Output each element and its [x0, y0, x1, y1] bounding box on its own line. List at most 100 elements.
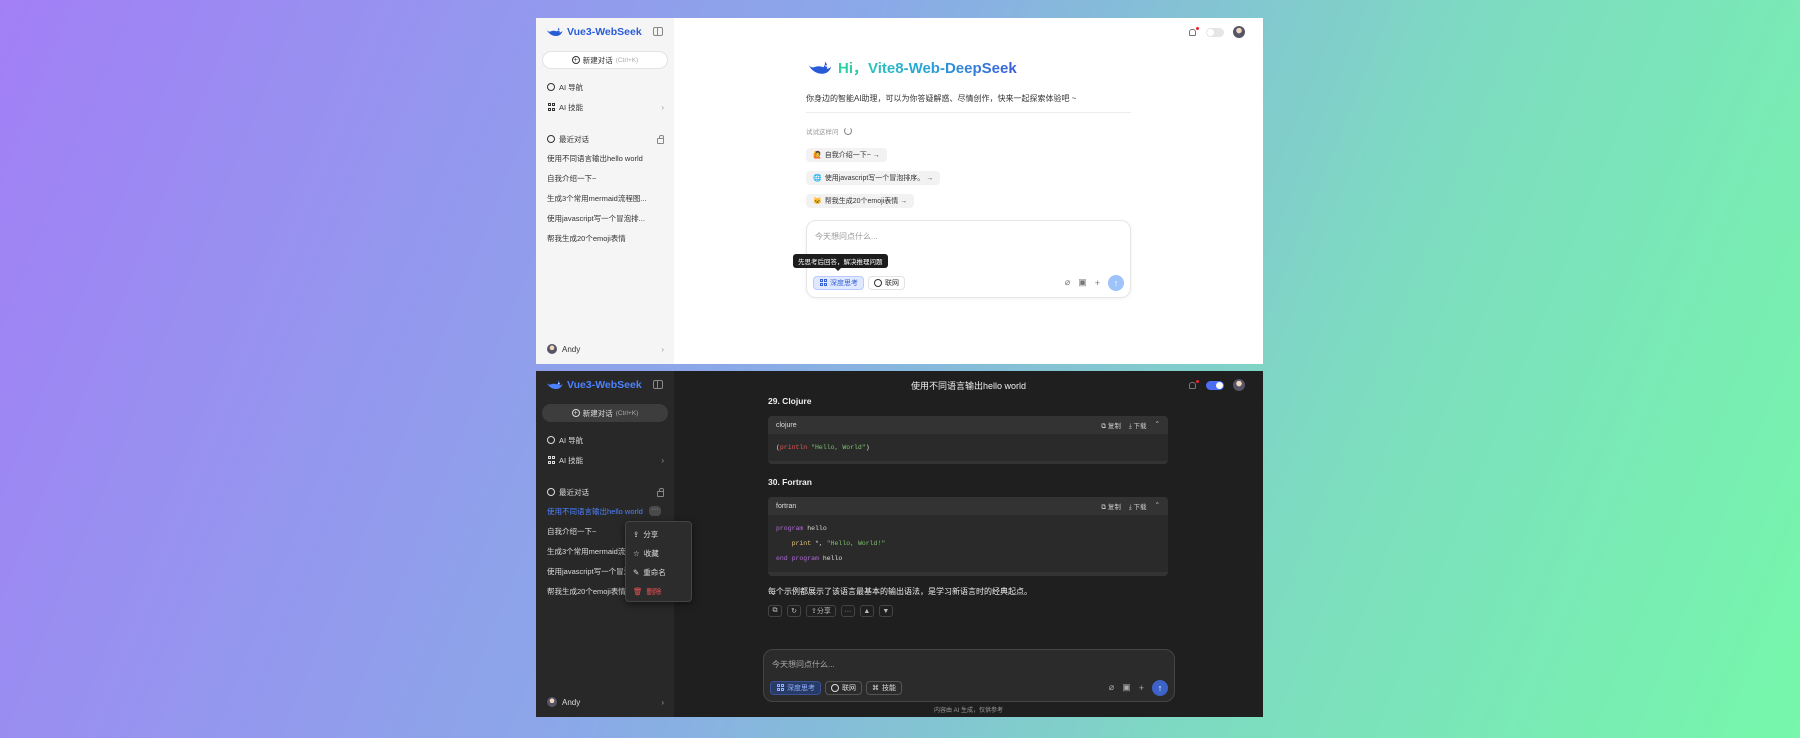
logo[interactable]: Vue3-WebSeek [545, 25, 642, 39]
history-item[interactable]: 自我介绍一下~ [547, 173, 657, 185]
download-button[interactable]: ⤓ 下载 [1129, 501, 1147, 512]
bell-icon[interactable] [1188, 26, 1199, 37]
bell-icon[interactable] [1188, 379, 1199, 390]
chat-input-placeholder[interactable]: 今天想问点什么... [772, 659, 835, 670]
web-search-button[interactable]: 联网 [825, 680, 862, 695]
suggestion-text: 自我介绍一下~ → [824, 152, 880, 159]
new-chat-shortcut: (Ctrl+K) [615, 56, 639, 64]
menu-item-share[interactable]: ⇪ 分享 [626, 525, 691, 544]
send-button[interactable]: ↑ [1108, 274, 1124, 291]
menu-item-label: 重命名 [643, 568, 666, 577]
plus-icon[interactable]: + [1139, 683, 1144, 693]
copy-label: 复制 [1107, 422, 1121, 430]
theme-toggle[interactable] [1206, 380, 1224, 390]
logo[interactable]: Vue3-WebSeek [545, 378, 642, 392]
avatar [547, 344, 557, 354]
history-item[interactable]: 生成3个常用mermaid流程图... [547, 193, 657, 205]
copy-label: 复制 [1107, 503, 1121, 511]
web-search-button[interactable]: 联网 [868, 275, 905, 290]
app-name: Vue3-WebSeek [567, 26, 642, 38]
whale-logo-icon [546, 380, 563, 390]
avatar [547, 697, 557, 707]
send-button[interactable]: ↑ [1152, 679, 1168, 696]
code-actions: ⧉ 复制 ⤓ 下载 ⌃ [1101, 501, 1160, 512]
history-item[interactable]: 使用javascript写一个冒泡排... [547, 213, 657, 225]
grid-icon [776, 683, 784, 692]
sidebar-item-label: AI 导航 [559, 435, 584, 445]
globe-icon [831, 683, 839, 692]
trash-icon: 🗑 [633, 587, 643, 596]
menu-item-rename[interactable]: ✎ 重命名 [626, 563, 691, 582]
theme-toggle[interactable] [1206, 27, 1224, 37]
suggestion-text: 帮我生成20个emoji表情 → [824, 198, 908, 205]
more-icon[interactable]: ··· [840, 605, 855, 617]
chat-input-placeholder[interactable]: 今天想问点什么... [815, 231, 878, 242]
suggestion-emoji: 🌐 [813, 175, 822, 182]
copy-button[interactable]: ⧉ 复制 [1101, 420, 1120, 431]
input-toolbar: 深度思考 联网 ⌘ 技能 ⌀ ▣ + ↑ [770, 679, 1168, 696]
user-menu[interactable]: Andy › [547, 343, 664, 355]
deep-think-button[interactable]: 深度思考 [813, 275, 864, 290]
sidebar-item-ai-nav[interactable]: AI 导航 [547, 434, 664, 446]
history-item-active[interactable]: 使用不同语言输出hello world [547, 506, 657, 518]
sidebar-item-ai-nav[interactable]: AI 导航 [547, 81, 664, 93]
menu-item-delete[interactable]: 🗑 删除 [626, 582, 691, 601]
code-header: fortran ⧉ 复制 ⤓ 下载 ⌃ [768, 497, 1168, 515]
refresh-icon[interactable] [843, 127, 852, 135]
image-icon[interactable]: ▣ [1078, 277, 1087, 288]
menu-item-favorite[interactable]: ☆ 收藏 [626, 544, 691, 563]
collapse-icon[interactable]: ⌃ [1155, 420, 1160, 431]
plus-circle-icon: + [571, 409, 580, 417]
download-label: 下载 [1133, 503, 1147, 511]
avatar[interactable] [1233, 26, 1245, 38]
regenerate-icon[interactable]: ↻ [787, 605, 801, 617]
lock-icon[interactable] [657, 134, 664, 144]
plus-circle-icon: + [571, 56, 580, 64]
message-actions: ⧉ ↻ ⇪ 分享 ··· ▲ ▼ [768, 605, 893, 617]
suggestion-chip[interactable]: 🙋 自我介绍一下~ → [806, 148, 887, 162]
grid-icon [819, 278, 827, 287]
suggestion-emoji: 🙋 [813, 152, 822, 159]
code-content: (println "Hello, World") [768, 434, 1168, 461]
sidebar-toggle-icon[interactable] [653, 27, 663, 36]
sidebar: Vue3-WebSeek + 新建对话 (Ctrl+K) AI 导航 AI 技能… [536, 18, 674, 364]
sidebar-toggle-icon[interactable] [653, 380, 663, 389]
thumbs-down-icon[interactable]: ▼ [878, 605, 893, 617]
user-menu[interactable]: Andy › [547, 696, 664, 708]
chat-bubble-icon [547, 488, 555, 496]
download-button[interactable]: ⤓ 下载 [1129, 420, 1147, 431]
code-content: program hello print *, "Hello, World!" e… [768, 515, 1168, 572]
try-label: 试试这样问 [806, 129, 839, 136]
more-options-button[interactable]: ··· [649, 506, 661, 516]
sidebar-item-ai-skills[interactable]: AI 技能 › [547, 454, 664, 466]
thumbs-up-icon[interactable]: ▲ [859, 605, 874, 617]
copy-icon[interactable]: ⧉ [768, 605, 782, 617]
context-menu: ⇪ 分享 ☆ 收藏 ✎ 重命名 🗑 删除 [625, 521, 692, 602]
globe-icon [874, 278, 882, 287]
app-name: Vue3-WebSeek [567, 379, 642, 391]
collapse-icon[interactable]: ⌃ [1155, 501, 1160, 512]
new-chat-button[interactable]: + 新建对话 (Ctrl+K) [542, 51, 668, 69]
history-item[interactable]: 使用不同语言输出hello world [547, 153, 657, 165]
skills-button[interactable]: ⌘ 技能 [866, 680, 902, 695]
chevron-right-icon: › [661, 102, 664, 112]
suggestion-chip[interactable]: 🐱 帮我生成20个emoji表情 → [806, 194, 915, 208]
history-item[interactable]: 帮我生成20个emoji表情 [547, 233, 657, 245]
input-actions: ⌀ ▣ + ↑ [1065, 274, 1124, 291]
paperclip-icon[interactable]: ⌀ [1065, 277, 1070, 288]
lock-icon[interactable] [657, 487, 664, 497]
chevron-right-icon: › [661, 697, 664, 707]
avatar[interactable] [1233, 379, 1245, 391]
code-block: clojure ⧉ 复制 ⤓ 下载 ⌃ (println "Hello, Wor… [768, 416, 1168, 464]
image-icon[interactable]: ▣ [1122, 682, 1131, 693]
share-button[interactable]: ⇪ 分享 [806, 605, 836, 617]
new-chat-button[interactable]: + 新建对话 (Ctrl+K) [542, 404, 668, 422]
input-actions: ⌀ ▣ + ↑ [1109, 679, 1168, 696]
divider [806, 112, 1131, 113]
sidebar-item-ai-skills[interactable]: AI 技能 › [547, 101, 664, 113]
paperclip-icon[interactable]: ⌀ [1109, 682, 1114, 693]
suggestion-chip[interactable]: 🌐 使用javascript写一个冒泡排序。 → [806, 171, 941, 185]
deep-think-button[interactable]: 深度思考 [770, 680, 821, 695]
copy-button[interactable]: ⧉ 复制 [1101, 501, 1120, 512]
plus-icon[interactable]: + [1095, 278, 1100, 288]
